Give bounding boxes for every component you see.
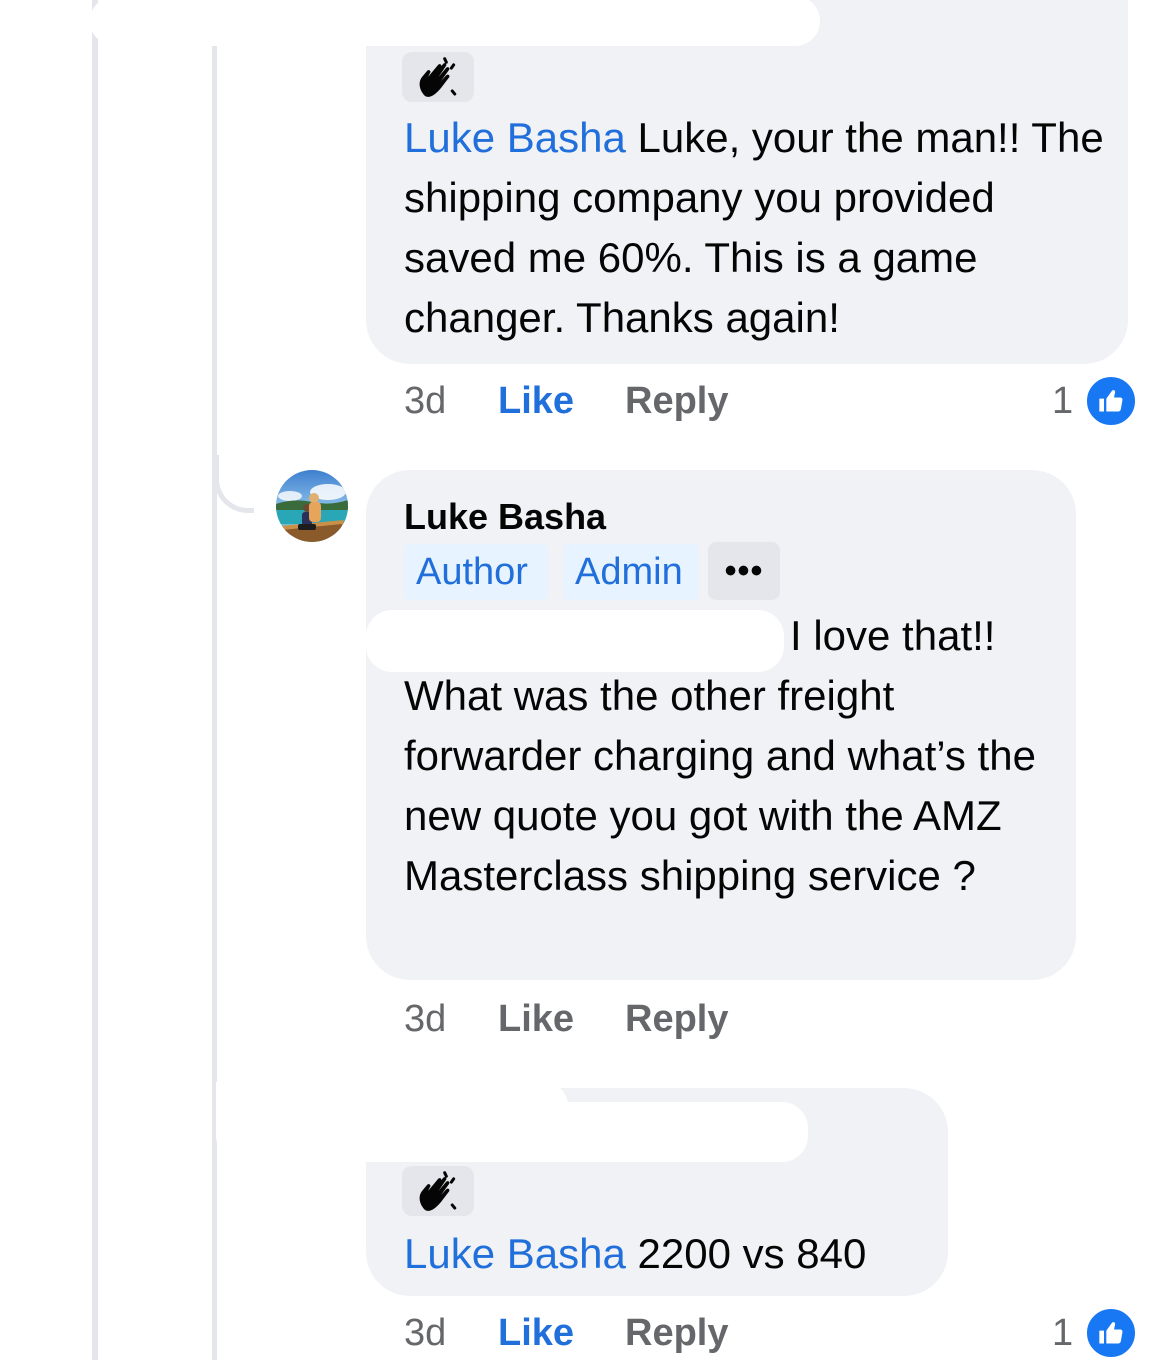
reply-button[interactable]: Reply	[625, 1312, 728, 1355]
mention-link[interactable]: Luke Basha	[404, 114, 626, 161]
comment-body: Luke Basha Luke, your the man!! The ship…	[404, 108, 1104, 348]
comment-thread: Luke Basha Luke, your the man!! The ship…	[0, 0, 1170, 1360]
comment-timestamp[interactable]: 3d	[404, 1312, 446, 1355]
thumbs-up-icon[interactable]	[1084, 1306, 1138, 1360]
redacted-area	[366, 610, 784, 672]
thread-line-inner	[212, 46, 217, 1360]
reaction-count[interactable]: 1	[1052, 380, 1073, 423]
redacted-area	[216, 1102, 808, 1162]
thread-line-outer	[92, 0, 98, 1360]
comment-timestamp[interactable]: 3d	[404, 380, 446, 423]
comment-body: Luke Basha 2200 vs 840	[404, 1224, 944, 1284]
comment-text: I love that!!	[790, 612, 996, 659]
like-button[interactable]: Like	[498, 380, 574, 423]
like-button[interactable]: Like	[498, 1312, 574, 1355]
comment-timestamp[interactable]: 3d	[404, 998, 446, 1041]
mention-link[interactable]: Luke Basha	[404, 1230, 626, 1277]
waving-hand-icon	[402, 1166, 474, 1216]
thread-branch-curve	[214, 455, 254, 513]
comment-author[interactable]: Luke Basha	[404, 496, 606, 538]
more-options-button[interactable]: •••	[708, 542, 780, 600]
reaction-count[interactable]: 1	[1052, 1312, 1073, 1355]
thumbs-up-icon[interactable]	[1084, 374, 1138, 428]
reply-button[interactable]: Reply	[625, 998, 728, 1041]
admin-badge: Admin	[563, 544, 699, 600]
waving-hand-icon	[402, 52, 474, 102]
reply-button[interactable]: Reply	[625, 380, 728, 423]
avatar[interactable]	[276, 470, 348, 542]
comment-text: 2200 vs 840	[625, 1230, 867, 1277]
like-button[interactable]: Like	[498, 998, 574, 1041]
author-badge: Author	[404, 544, 548, 600]
comment-text: What was the other freight forwarder cha…	[404, 672, 1036, 899]
redacted-area	[90, 0, 820, 46]
